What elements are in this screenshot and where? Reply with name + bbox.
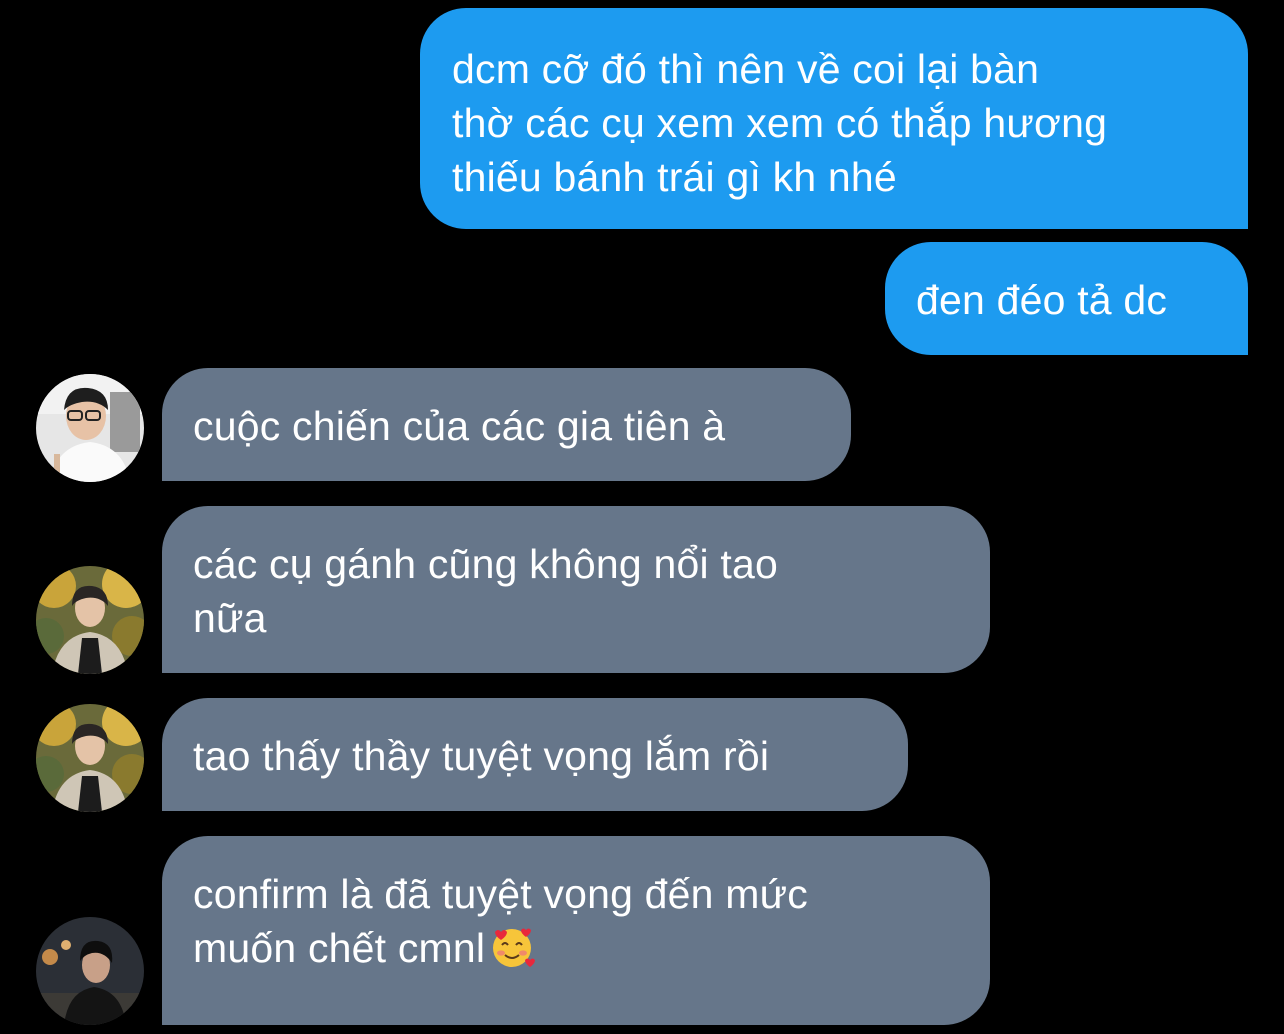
message-text: dcm cỡ đó thì nên về coi lại bàn thờ các… [452, 46, 1108, 200]
message-text: confirm là đã tuyệt vọng đến mức muốn ch… [193, 871, 808, 971]
avatar-dark-night-person[interactable] [36, 917, 144, 1025]
message-text: tao thấy thầy tuyệt vọng lắm rồi [193, 733, 770, 779]
received-message-bubble[interactable]: cuộc chiến của các gia tiên à [162, 368, 851, 481]
avatar-autumn-person[interactable] [36, 566, 144, 674]
avatar-autumn-person[interactable] [36, 704, 144, 812]
received-message-bubble[interactable]: các cụ gánh cũng không nổi tao nữa [162, 506, 990, 673]
message-text: cuộc chiến của các gia tiên à [193, 403, 726, 449]
received-message-bubble[interactable]: confirm là đã tuyệt vọng đến mức muốn ch… [162, 836, 990, 1025]
received-message-bubble[interactable]: tao thấy thầy tuyệt vọng lắm rồi [162, 698, 908, 811]
sent-message-bubble[interactable]: dcm cỡ đó thì nên về coi lại bàn thờ các… [420, 8, 1248, 229]
message-text: các cụ gánh cũng không nổi tao nữa [193, 541, 778, 641]
sent-message-bubble[interactable]: đen đéo tả dc [885, 242, 1248, 355]
avatar-white-shirt-person[interactable] [36, 374, 144, 482]
message-text: đen đéo tả dc [916, 277, 1168, 323]
smiling-face-with-hearts-icon [493, 928, 536, 967]
